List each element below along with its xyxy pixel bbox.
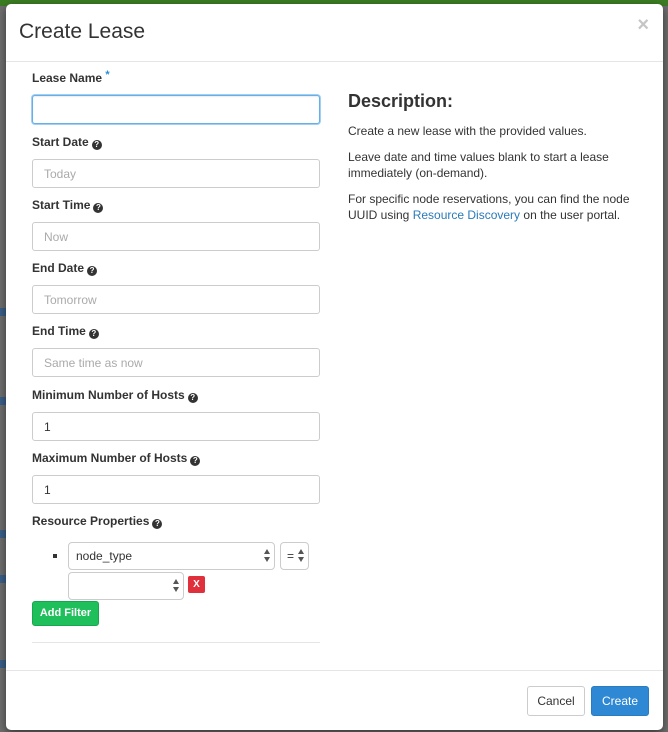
close-icon[interactable]: × — [637, 14, 649, 36]
cancel-button[interactable]: Cancel — [527, 686, 585, 716]
resource-properties-label: Resource Properties? — [32, 513, 320, 529]
filter-property-select[interactable]: node_type — [68, 542, 275, 570]
resource-discovery-link[interactable]: Resource Discovery — [413, 208, 520, 222]
start-time-label-text: Start Time — [32, 198, 91, 212]
end-date-label-text: End Date — [32, 261, 85, 275]
min-hosts-input[interactable] — [32, 412, 320, 441]
form-divider — [32, 642, 320, 643]
max-hosts-label-text: Maximum Number of Hosts — [32, 451, 188, 465]
help-icon[interactable]: ? — [152, 519, 163, 529]
lease-name-input[interactable] — [32, 95, 320, 124]
filter-operator-select[interactable]: = — [280, 542, 309, 570]
description-paragraph-2: Leave date and time values blank to star… — [348, 150, 609, 180]
description-paragraph-3-after: on the user portal. — [520, 208, 621, 222]
max-hosts-group: Maximum Number of Hosts? — [32, 450, 320, 504]
start-date-label-text: Start Date — [32, 135, 89, 149]
start-date-input[interactable] — [32, 159, 320, 188]
filter-operator-value: = — [287, 549, 295, 563]
start-date-label: Start Date? — [32, 134, 320, 150]
start-date-group: Start Date? — [32, 134, 320, 188]
help-icon[interactable]: ? — [190, 456, 201, 466]
max-hosts-label: Maximum Number of Hosts? — [32, 450, 320, 466]
description-paragraph-1: Create a new lease with the provided val… — [348, 124, 587, 138]
filter-value-select[interactable] — [68, 572, 184, 600]
modal-header: Create Lease × — [6, 4, 663, 62]
select-arrows-icon — [298, 549, 305, 563]
filter-list-bullet — [53, 554, 57, 558]
end-time-group: End Time? — [32, 323, 320, 377]
min-hosts-label-text: Minimum Number of Hosts — [32, 388, 185, 402]
help-icon[interactable]: ? — [91, 140, 102, 150]
create-button[interactable]: Create — [591, 686, 649, 716]
filter-property-value: node_type — [76, 549, 133, 563]
description-paragraph-3: For specific node reservations, you can … — [348, 191, 638, 223]
lease-name-group: Lease Name * — [32, 69, 320, 124]
lease-name-label-text: Lease Name — [32, 71, 103, 85]
modal-footer: Cancel Create — [6, 670, 663, 730]
modal-title: Create Lease — [19, 20, 146, 43]
resource-properties-group: Resource Properties? — [32, 513, 320, 529]
description-title: Description: — [348, 91, 454, 111]
description-panel: Description: Create a new lease with the… — [348, 90, 638, 233]
help-icon[interactable]: ? — [88, 329, 99, 339]
end-date-group: End Date? — [32, 260, 320, 314]
end-date-label: End Date? — [32, 260, 320, 276]
help-icon[interactable]: ? — [87, 266, 98, 276]
end-time-label-text: End Time — [32, 324, 86, 338]
remove-filter-button[interactable]: X — [188, 576, 205, 593]
min-hosts-label: Minimum Number of Hosts? — [32, 387, 320, 403]
end-time-label: End Time? — [32, 323, 320, 339]
max-hosts-input[interactable] — [32, 475, 320, 504]
required-asterisk: * — [105, 69, 110, 81]
add-filter-button[interactable]: Add Filter — [32, 601, 99, 626]
end-time-input[interactable] — [32, 348, 320, 377]
help-icon[interactable]: ? — [187, 393, 198, 403]
select-arrows-icon — [264, 549, 271, 563]
select-arrows-icon — [173, 579, 180, 593]
start-time-group: Start Time? — [32, 197, 320, 251]
help-icon[interactable]: ? — [93, 203, 104, 213]
create-lease-modal: Create Lease × Lease Name * Start Date? … — [6, 4, 663, 730]
start-time-input[interactable] — [32, 222, 320, 251]
lease-name-label: Lease Name * — [32, 69, 320, 86]
end-date-input[interactable] — [32, 285, 320, 314]
resource-properties-label-text: Resource Properties — [32, 514, 150, 528]
min-hosts-group: Minimum Number of Hosts? — [32, 387, 320, 441]
start-time-label: Start Time? — [32, 197, 320, 213]
